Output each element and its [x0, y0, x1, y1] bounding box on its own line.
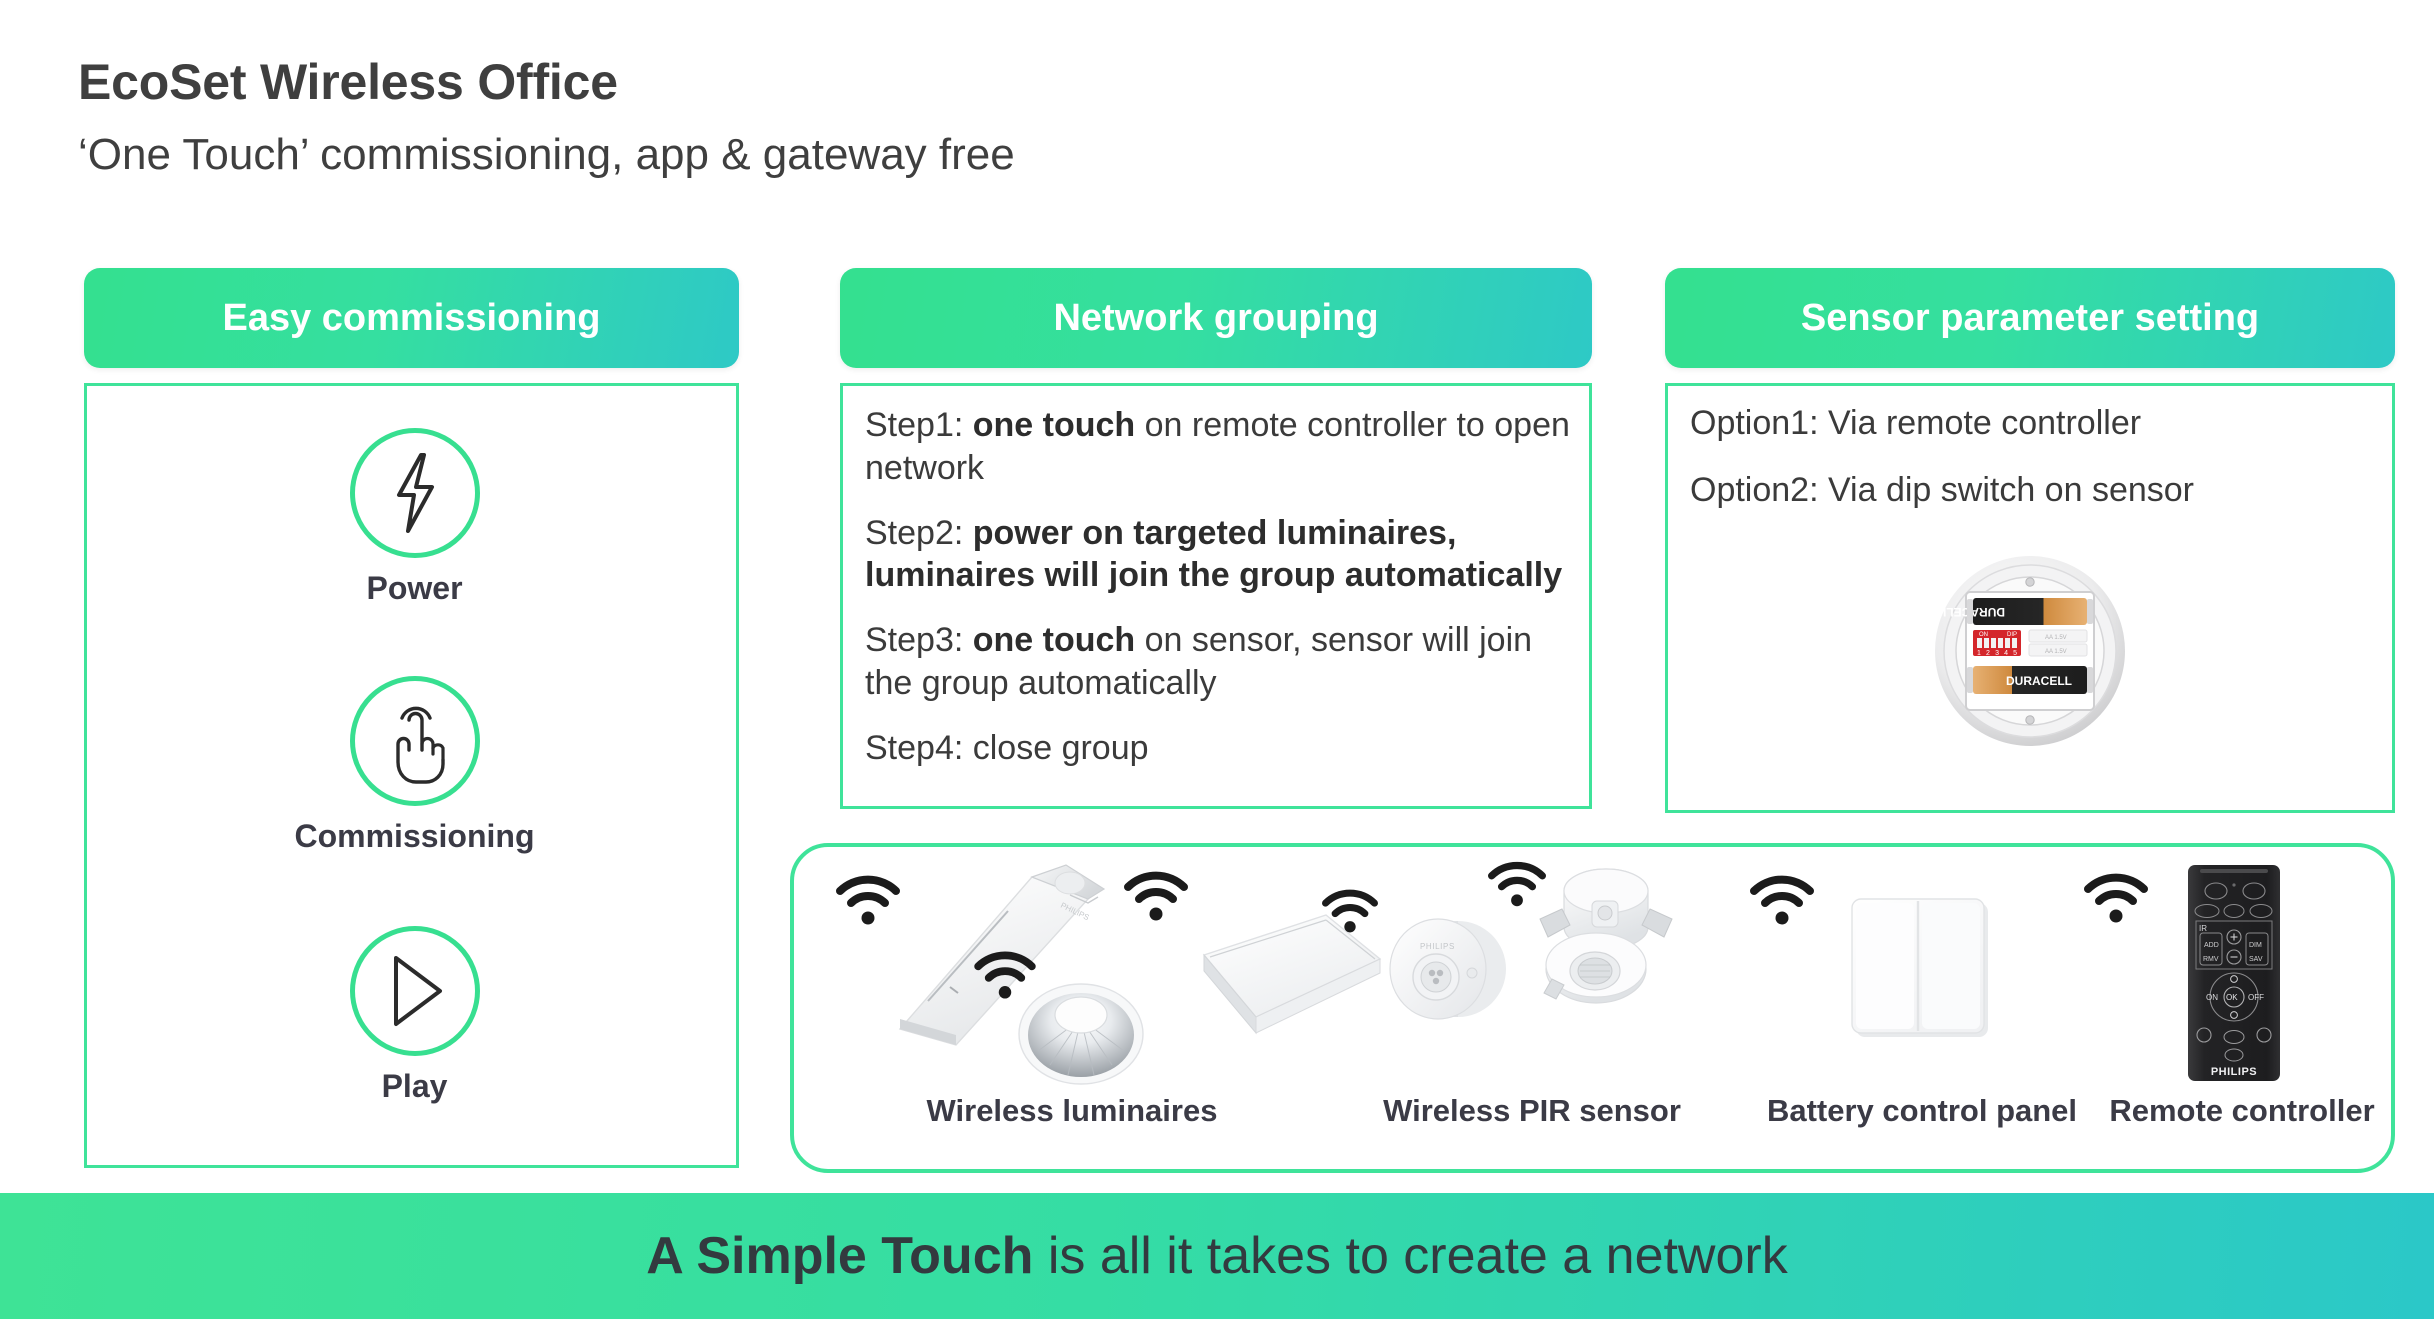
svg-text:AA 1.5V: AA 1.5V	[2045, 649, 2067, 655]
column-header-easy-commissioning[interactable]: Easy commissioning	[84, 268, 739, 368]
wifi-icon	[2084, 873, 2148, 923]
svg-text:AA 1.5V: AA 1.5V	[2045, 635, 2067, 641]
hand-tap-icon	[380, 698, 450, 784]
sensor-battery-compartment-image: DURACELL ON DIP 1 2 3 4 5 6	[1933, 554, 2127, 748]
device-label-wireless-luminaires: Wireless luminaires	[926, 1093, 1218, 1128]
page-subtitle: ‘One Touch’ commissioning, app & gateway…	[78, 130, 1015, 179]
panel-network-grouping: Step1: one touch on remote controller to…	[840, 383, 1592, 809]
svg-text:ADD: ADD	[2204, 942, 2219, 949]
column-header-sensor-label: Sensor parameter setting	[1800, 296, 2260, 339]
step-item-play-label: Play	[381, 1068, 448, 1104]
svg-text:DURACELL: DURACELL	[2006, 674, 2072, 688]
device-label-remote-controller: Remote controller	[2109, 1093, 2375, 1128]
step-item-play[interactable]: Play	[87, 926, 742, 1105]
page-title: EcoSet Wireless Office	[78, 54, 618, 110]
wifi-icon	[1750, 875, 1814, 925]
column-header-sensor-parameter-setting[interactable]: Sensor parameter setting	[1665, 268, 2395, 368]
remote-brand-text: PHILIPS	[2211, 1066, 2257, 1078]
step-item-power[interactable]: Power	[87, 428, 742, 607]
svg-text:DIP: DIP	[2007, 632, 2017, 638]
device-image-battery-control-panel	[1842, 891, 2002, 1051]
panel-devices: PHILIPS Wireless luminaires PHILIPS Wire…	[790, 843, 2395, 1173]
panel-sensor-parameter-setting: Option1: Via remote controller Option2: …	[1665, 383, 2395, 813]
svg-text:DIM: DIM	[2249, 942, 2262, 949]
step-2: Step2: power on targeted luminaires, lum…	[865, 512, 1577, 598]
option-2: Option2: Via dip switch on sensor	[1690, 471, 2194, 509]
step-3: Step3: one touch on sensor, sensor will …	[865, 619, 1577, 705]
svg-text:1 2 3 4 5 6: 1 2 3 4 5 6	[1977, 650, 2028, 657]
slide-root: EcoSet Wireless Office ‘One Touch’ commi…	[0, 0, 2434, 1319]
device-image-remote-controller: IR ADD RMV DIM SAV OK ON OFF PHILIPS	[2176, 861, 2292, 1085]
option-1: Option1: Via remote controller	[1690, 404, 2142, 442]
device-image-pir-sensor-recessed	[1506, 861, 1686, 1021]
panel-easy-commissioning: Power Commissioning Play	[84, 383, 739, 1168]
device-image-downlight	[1016, 979, 1146, 1089]
device-image-pir-sensor-surface: PHILIPS	[1376, 907, 1516, 1037]
step-item-commissioning-label: Commissioning	[294, 818, 535, 854]
options-list: Option1: Via remote controller Option2: …	[1690, 404, 2380, 538]
play-triangle-icon	[380, 952, 450, 1030]
step-2-prefix: Step2:	[865, 513, 973, 552]
svg-text:ON: ON	[1979, 632, 1988, 638]
step-4: Step4: close group	[865, 727, 1577, 770]
svg-text:RMV: RMV	[2203, 956, 2219, 963]
svg-text:PHILIPS: PHILIPS	[1420, 942, 1455, 951]
step-4-prefix: Step4: close group	[865, 728, 1149, 767]
column-header-network-grouping[interactable]: Network grouping	[840, 268, 1592, 368]
step-item-power-label: Power	[366, 570, 463, 606]
power-icon-circle	[349, 428, 480, 558]
device-label-battery-control-panel: Battery control panel	[1766, 1093, 2078, 1128]
step-1-bold: one touch	[972, 406, 1136, 444]
commissioning-icon-circle	[349, 676, 480, 806]
svg-text:OFF: OFF	[2248, 993, 2264, 1002]
step-1-prefix: Step1:	[865, 406, 973, 444]
bottom-banner: A Simple Touch is all it takes to create…	[0, 1193, 2434, 1319]
svg-text:IR: IR	[2199, 924, 2207, 933]
lightning-bolt-icon	[383, 451, 447, 535]
device-label-wireless-pir-sensor: Wireless PIR sensor	[1383, 1093, 1681, 1128]
step-3-bold: one touch	[972, 621, 1136, 660]
svg-text:ON: ON	[2206, 993, 2218, 1002]
steps-list: Step1: one touch on remote controller to…	[865, 404, 1577, 770]
wifi-icon	[1322, 889, 1378, 933]
step-3-prefix: Step3:	[865, 621, 973, 660]
step-1: Step1: one touch on remote controller to…	[865, 404, 1577, 490]
svg-text:SAV: SAV	[2249, 956, 2263, 963]
bottom-banner-text: A Simple Touch is all it takes to create…	[646, 1226, 1787, 1286]
banner-rest-text: is all it takes to create a network	[1033, 1227, 1788, 1285]
banner-bold-text: A Simple Touch	[646, 1227, 1034, 1285]
wifi-icon	[836, 875, 900, 925]
column-header-easy-label: Easy commissioning	[222, 296, 601, 339]
svg-text:OK: OK	[2226, 993, 2238, 1002]
play-icon-circle	[349, 926, 480, 1056]
column-header-network-label: Network grouping	[1053, 296, 1379, 339]
step-item-commissioning[interactable]: Commissioning	[87, 676, 742, 855]
